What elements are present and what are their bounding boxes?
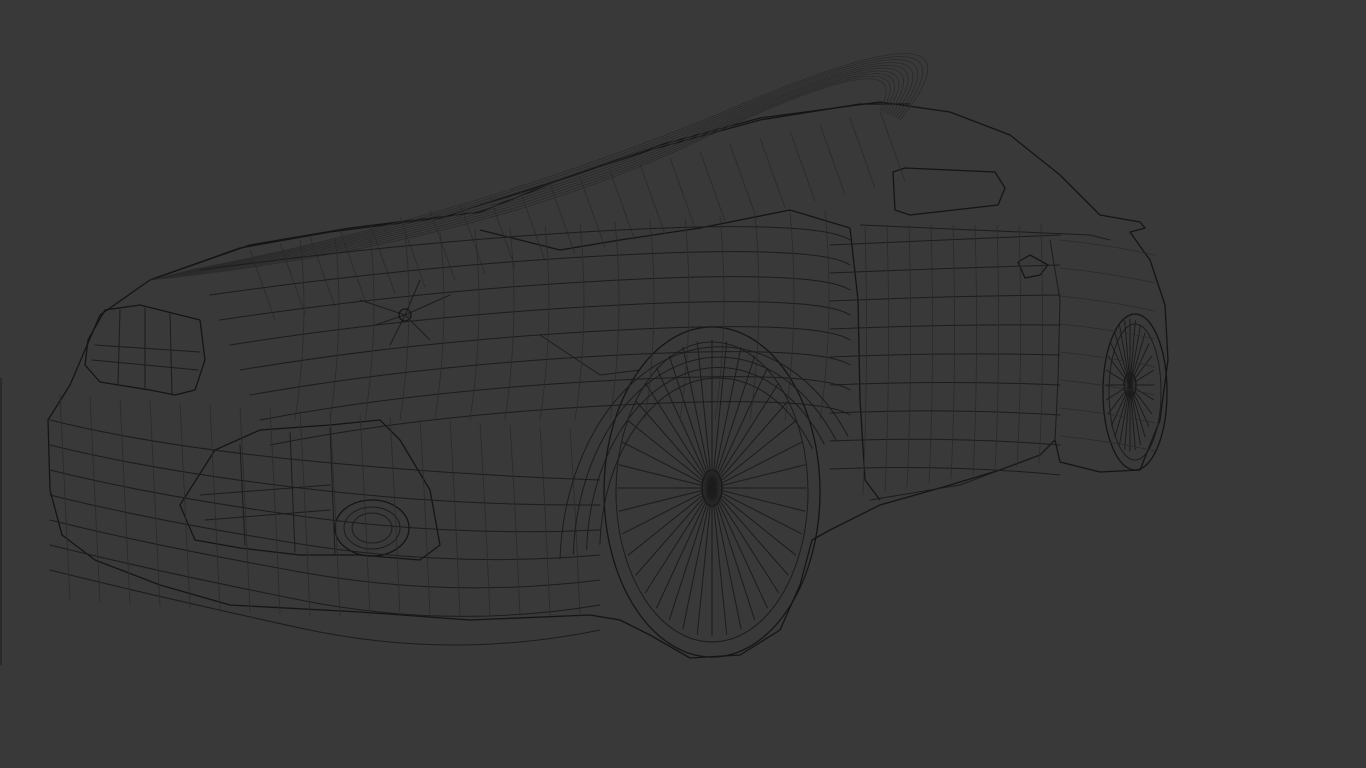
fog-light: [334, 499, 410, 557]
mesh-edge: [711, 400, 789, 489]
mesh-edge: [469, 229, 480, 421]
mesh-edge: [849, 117, 876, 189]
headlight: [84, 304, 206, 396]
mesh-edge: [219, 276, 851, 321]
mesh-edge: [829, 324, 1061, 330]
mesh-edge: [239, 406, 251, 613]
mesh-edge: [249, 351, 851, 396]
mesh-edge: [829, 264, 1061, 274]
mesh-edge: [645, 487, 713, 594]
mesh-edge: [669, 157, 696, 228]
mesh-edge: [829, 410, 1061, 416]
mesh-edge: [49, 494, 601, 561]
mesh-edge: [329, 237, 340, 421]
mesh-edge: [149, 400, 161, 607]
mesh-edge: [154, 75, 891, 280]
mesh-edge: [711, 441, 802, 489]
mesh-edge: [1059, 267, 1156, 284]
mesh-edge: [259, 376, 851, 421]
mesh-edge: [179, 402, 191, 609]
mesh-edge: [158, 73, 895, 279]
mesh-edge: [163, 70, 900, 278]
mesh-edge: [609, 221, 620, 421]
3d-viewport[interactable]: [0, 0, 1366, 768]
mesh-edge: [574, 223, 585, 421]
mesh-edge: [884, 224, 889, 492]
mesh-edge: [569, 428, 581, 617]
mesh-edge: [699, 150, 726, 222]
mesh-edge: [1059, 379, 1156, 396]
mesh-edge: [829, 294, 1061, 302]
mesh-edge: [504, 227, 515, 421]
mesh-edge: [711, 346, 742, 489]
mesh-edge: [449, 420, 461, 617]
mesh-edge: [579, 177, 606, 248]
mesh-edge: [879, 111, 906, 182]
mesh-edge: [679, 217, 690, 421]
mesh-edge: [711, 487, 802, 535]
mesh-edge: [950, 224, 955, 480]
car-wireframe-model[interactable]: [0, 0, 1366, 768]
mesh-edge: [682, 487, 713, 630]
mesh-edge: [489, 197, 516, 268]
mesh-edge: [635, 487, 713, 576]
mesh-edge: [89, 396, 101, 603]
mesh-edge: [656, 487, 713, 609]
mesh-edge: [49, 569, 601, 646]
mesh-edge: [829, 382, 1061, 386]
mesh-grid: [49, 53, 1156, 646]
mesh-edge: [294, 239, 305, 421]
mesh-edge: [711, 487, 789, 576]
mesh-edge: [539, 225, 550, 421]
mesh-edge: [519, 190, 546, 261]
mesh-edge: [711, 487, 768, 609]
mesh-edge: [714, 215, 725, 421]
mesh-edge: [229, 301, 851, 346]
mesh-edge: [829, 438, 1061, 446]
mesh-edge: [299, 410, 311, 617]
mesh-edge: [645, 382, 713, 489]
mesh-edge: [172, 65, 909, 275]
mesh-edge: [49, 469, 601, 533]
mesh-edge: [819, 209, 830, 421]
mesh-edge: [639, 164, 666, 235]
mesh-edge: [209, 404, 221, 611]
mesh-edge: [479, 422, 491, 617]
mesh-edge: [789, 131, 816, 202]
mesh-edge: [181, 59, 919, 273]
mesh-edge: [622, 487, 713, 535]
mesh-edge: [539, 426, 551, 617]
mesh-edge: [784, 211, 795, 421]
mesh-edge: [49, 444, 601, 506]
car-body-outline: [47, 101, 1169, 659]
mesh-edge: [434, 231, 445, 421]
mesh-edge: [711, 487, 779, 594]
mesh-edge: [729, 144, 756, 215]
mesh-edge: [711, 367, 768, 489]
mesh-edge: [635, 400, 713, 489]
mesh-edge: [149, 78, 887, 281]
mesh-edge: [49, 419, 601, 481]
mesh-edge: [399, 233, 410, 421]
mesh-edge: [819, 124, 846, 195]
lower-grille: [179, 419, 441, 561]
mesh-edge: [119, 398, 131, 605]
mesh-edge: [906, 224, 911, 488]
mesh-edge: [759, 137, 786, 208]
mesh-edge: [622, 441, 713, 489]
mesh-edge: [711, 487, 742, 630]
mesh-edge: [329, 412, 341, 617]
mesh-edge: [1059, 295, 1156, 312]
mesh-edge: [549, 183, 576, 255]
mesh-edge: [364, 235, 375, 421]
mesh-edge: [829, 353, 1061, 358]
mesh-edge: [972, 224, 977, 476]
mesh-edge: [994, 224, 999, 472]
mesh-edge: [399, 216, 426, 288]
mesh-edge: [829, 234, 1061, 246]
mesh-edge: [711, 382, 779, 489]
